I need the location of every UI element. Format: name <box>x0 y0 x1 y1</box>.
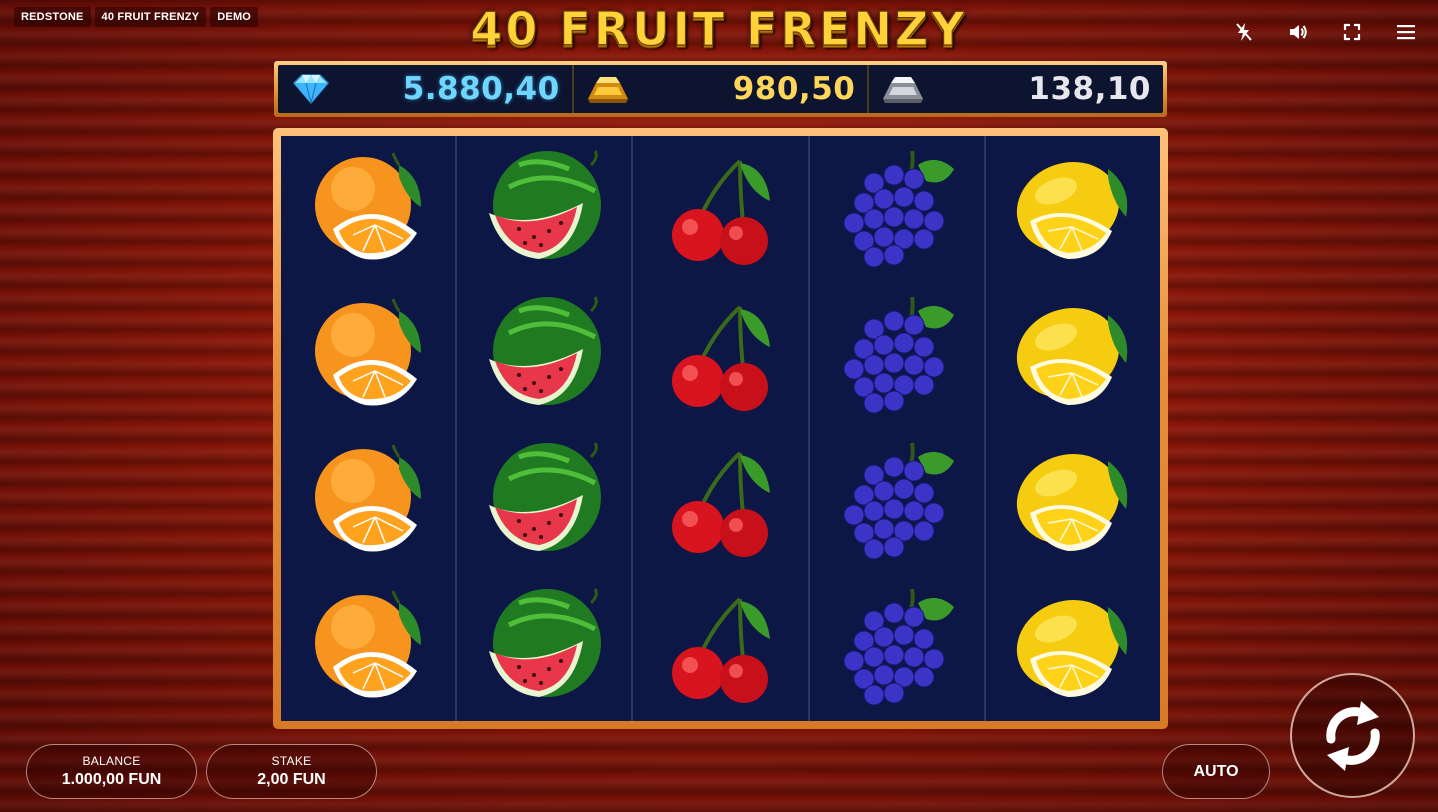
orange-symbol <box>281 429 455 575</box>
watermelon-symbol <box>457 282 631 428</box>
orange-symbol <box>281 282 455 428</box>
jackpot-diamond-value: 5.880,40 <box>402 71 560 107</box>
grapes-symbol <box>810 575 984 721</box>
jackpot-gold-value: 980,50 <box>732 71 856 107</box>
cherry-symbol <box>633 282 807 428</box>
auto-button[interactable]: AUTO <box>1162 744 1270 799</box>
diamond-icon <box>286 71 336 107</box>
reel-4 <box>810 136 986 721</box>
reel-2 <box>457 136 634 721</box>
lemon-icon <box>1016 161 1128 259</box>
reels <box>281 136 1160 721</box>
cherry-symbol <box>633 136 807 282</box>
reel-1 <box>281 136 458 721</box>
watermelon-icon <box>489 149 602 259</box>
balance-value: 1.000,00 FUN <box>61 771 162 788</box>
jackpot-silver: 138,10 <box>869 65 1163 113</box>
lemon-icon <box>1016 600 1128 698</box>
cherry-icon <box>671 159 770 265</box>
cherry-symbol <box>633 429 807 575</box>
stake-label: STAKE <box>271 754 312 768</box>
orange-icon <box>315 152 422 260</box>
grapes-icon <box>843 150 954 268</box>
balance-display: BALANCE 1.000,00 FUN <box>26 744 197 799</box>
jackpot-silver-value: 138,10 <box>1028 71 1152 107</box>
watermelon-symbol <box>457 575 631 721</box>
reel-5 <box>986 136 1160 721</box>
orange-symbol <box>281 575 455 721</box>
grapes-symbol <box>810 136 984 282</box>
stake-button[interactable]: STAKE 2,00 FUN <box>206 744 377 799</box>
reel-3 <box>633 136 810 721</box>
cherry-icon <box>671 451 770 558</box>
turbo-off-icon[interactable] <box>1234 22 1254 42</box>
fullscreen-icon[interactable] <box>1342 22 1362 42</box>
jackpot-gold: 980,50 <box>574 65 870 113</box>
spin-button[interactable] <box>1290 673 1415 798</box>
grapes-icon <box>843 296 954 414</box>
grapes-icon <box>843 442 954 560</box>
orange-icon <box>315 444 422 552</box>
jackpot-diamond: 5.880,40 <box>278 65 574 113</box>
gold-bar-icon <box>582 71 632 107</box>
lemon-icon <box>1016 454 1128 552</box>
orange-icon <box>315 590 422 698</box>
watermelon-icon <box>489 442 602 552</box>
grapes-symbol <box>810 429 984 575</box>
grapes-symbol <box>810 282 984 428</box>
spin-icon <box>1325 700 1380 771</box>
watermelon-symbol <box>457 136 631 282</box>
cherry-icon <box>671 597 770 704</box>
lemon-icon <box>1016 307 1128 405</box>
watermelon-icon <box>489 588 602 698</box>
jackpot-bar: 5.880,40 980,50 138,10 <box>274 61 1167 117</box>
game-logo: 40 FRUIT FRENZY <box>470 1 968 56</box>
watermelon-symbol <box>457 429 631 575</box>
cherry-icon <box>671 305 770 411</box>
silver-bar-icon <box>877 71 927 107</box>
top-controls <box>1234 22 1416 42</box>
menu-icon[interactable] <box>1396 22 1416 42</box>
reels-frame <box>273 128 1168 729</box>
lemon-symbol <box>986 575 1160 721</box>
orange-icon <box>315 298 422 406</box>
orange-symbol <box>281 136 455 282</box>
balance-label: BALANCE <box>82 754 141 768</box>
grapes-icon <box>843 588 954 706</box>
lemon-symbol <box>986 282 1160 428</box>
stake-value: 2,00 FUN <box>257 771 326 788</box>
watermelon-icon <box>489 296 602 405</box>
cherry-symbol <box>633 575 807 721</box>
lemon-symbol <box>986 136 1160 282</box>
lemon-symbol <box>986 429 1160 575</box>
auto-label: AUTO <box>1193 762 1239 780</box>
sound-icon[interactable] <box>1288 22 1308 42</box>
